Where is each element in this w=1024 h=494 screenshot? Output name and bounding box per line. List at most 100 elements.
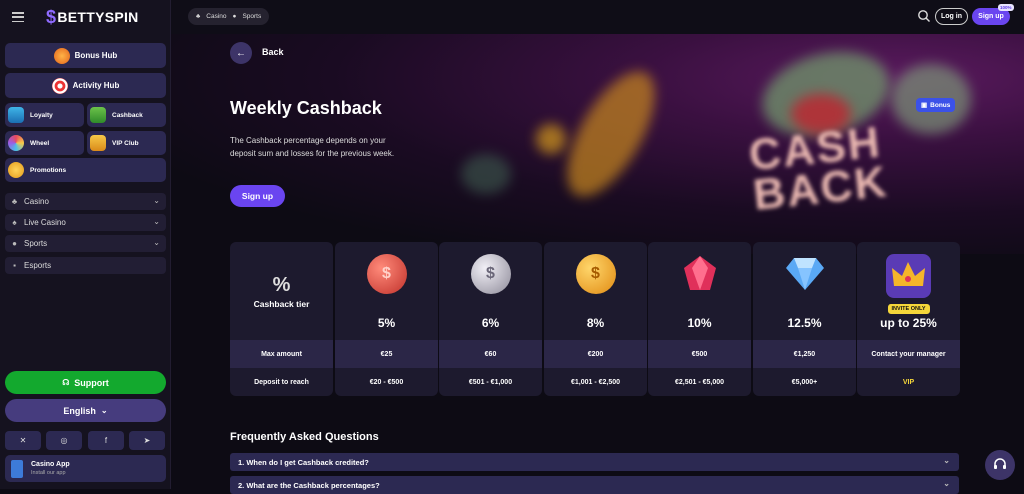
- faq-title: Frequently Asked Questions: [230, 431, 379, 443]
- back-label[interactable]: Back: [262, 47, 284, 57]
- product-switcher: ♣ Casino ● Sports: [188, 8, 270, 25]
- sidebar-tile-loyalty[interactable]: Loyalty: [5, 103, 84, 127]
- cashback-art-text: CASH BACK: [747, 117, 891, 220]
- coin-red-icon: $: [366, 254, 407, 294]
- tier-deposit: €501 - €1,000: [468, 378, 513, 386]
- cherries-icon: ♣: [196, 13, 201, 20]
- diamond-icon: [786, 258, 824, 290]
- tier-max: €200: [544, 340, 647, 368]
- instagram-icon[interactable]: ◎: [46, 431, 82, 450]
- chevron-down-icon: ⌄: [153, 196, 160, 205]
- hero-signup-button[interactable]: Sign up: [230, 185, 285, 207]
- percent-symbol: %: [272, 274, 291, 296]
- nav-label: Live Casino: [24, 218, 66, 227]
- tier-pct: 10%: [687, 316, 712, 330]
- casino-app-banner[interactable]: Casino App Install our app: [5, 455, 166, 482]
- tier-column: $ 8% €200 €1,001 - €2,500: [544, 242, 647, 396]
- bonus-hub-label: Bonus Hub: [74, 51, 118, 60]
- sidebar-tile-cashback[interactable]: Cashback: [87, 103, 166, 127]
- tier-deposit: VIP: [902, 378, 915, 386]
- app-title: Casino App: [31, 461, 70, 468]
- telegram-icon[interactable]: ➤: [129, 431, 165, 450]
- bonus-tag-label: Bonus: [930, 101, 951, 109]
- chevron-down-icon: ⌄: [943, 456, 950, 465]
- sidebar-tile-wheel[interactable]: Wheel: [5, 131, 84, 155]
- nav-label: Sports: [24, 239, 48, 248]
- coin-silver-icon: $: [470, 254, 511, 294]
- tile-label: Wheel: [30, 139, 50, 147]
- tier-header-column: % Cashback tier Max amount Deposit to re…: [230, 242, 333, 396]
- tier-deposit: €2,501 - €5,000: [674, 378, 725, 386]
- tier-deposit: €1,001 - €2,500: [570, 378, 621, 386]
- tier-pct: 8%: [586, 316, 605, 330]
- tier-header-label: Cashback tier: [253, 299, 310, 309]
- nav-label: Esports: [24, 261, 52, 270]
- headset-icon: ☊: [62, 378, 70, 387]
- live-chat-button[interactable]: [985, 450, 1015, 480]
- tier-column: $ 6% €60 €501 - €1,000: [439, 242, 542, 396]
- sidebar-item-esports[interactable]: ▪ Esports: [5, 257, 166, 274]
- tier-max: €25: [335, 340, 438, 368]
- logo[interactable]: $ BETTYSPIN: [46, 7, 139, 28]
- crown-icon: [886, 254, 931, 298]
- tab-sports[interactable]: Sports: [242, 13, 261, 20]
- tile-label: Loyalty: [30, 111, 53, 119]
- language-label: English: [63, 405, 96, 416]
- back-button[interactable]: ←: [230, 42, 252, 64]
- art-line: BACK: [750, 156, 891, 220]
- shield-icon: [8, 107, 24, 123]
- invite-only-badge: INVITE ONLY: [887, 304, 930, 314]
- tier-column-vip: INVITE ONLY up to 25% Contact your manag…: [857, 242, 960, 396]
- faq-item[interactable]: 2. What are the Cashback percentages? ⌄: [230, 476, 959, 494]
- ruby-icon: [684, 256, 716, 290]
- tier-max: €1,250: [753, 340, 856, 368]
- coin-icon: [8, 162, 24, 178]
- tab-casino[interactable]: Casino: [206, 13, 226, 20]
- tier-pct: up to 25%: [880, 316, 937, 330]
- chevron-down-icon: ⌄: [943, 479, 950, 488]
- signup-badge: 100%: [998, 4, 1014, 11]
- sidebar-tile-promotions[interactable]: Promotions: [5, 158, 166, 182]
- money-icon: [90, 107, 106, 123]
- faq-question: 2. What are the Cashback percentages?: [238, 480, 380, 490]
- crown-icon: [90, 135, 106, 151]
- support-button[interactable]: ☊ Support: [5, 371, 166, 394]
- sidebar-item-sports[interactable]: ● Sports ⌄: [5, 235, 166, 252]
- logo-text: BETTYSPIN: [57, 9, 139, 25]
- tier-column: $ 5% €25 €20 - €500: [335, 242, 438, 396]
- chevron-down-icon: ⌄: [153, 217, 160, 226]
- sidebar-tile-vip-club[interactable]: VIP Club: [87, 131, 166, 155]
- gift-icon: ▣: [921, 102, 928, 109]
- sidebar-item-casino[interactable]: ♣ Casino ⌄: [5, 193, 166, 210]
- row-label-max: Max amount: [230, 340, 333, 368]
- tile-label: Cashback: [112, 111, 143, 119]
- search-icon[interactable]: [917, 9, 931, 23]
- tile-label: VIP Club: [112, 139, 139, 147]
- facebook-icon[interactable]: f: [88, 431, 124, 450]
- login-button[interactable]: Log in: [935, 8, 968, 25]
- x-icon[interactable]: ✕: [5, 431, 41, 450]
- tier-deposit: €5,000+: [791, 378, 818, 386]
- tier-pct: 5%: [377, 316, 396, 330]
- hero-art: [536, 124, 566, 154]
- tier-pct: 6%: [481, 316, 500, 330]
- chevron-down-icon: ⌄: [153, 238, 160, 247]
- tier-pct: 12.5%: [787, 316, 822, 330]
- bonus-hub-button[interactable]: Bonus Hub: [5, 43, 166, 68]
- tier-column: 12.5% €1,250 €5,000+: [753, 242, 856, 396]
- hero-banner: CASH BACK ← Back Weekly Cashback The Cas…: [171, 34, 1024, 254]
- tier-max: €500: [648, 340, 751, 368]
- faq-item[interactable]: 1. When do I get Cashback credited? ⌄: [230, 453, 959, 471]
- sidebar-item-live-casino[interactable]: ♠ Live Casino ⌄: [5, 214, 166, 231]
- gamepad-icon: ▪: [13, 261, 16, 270]
- activity-hub-button[interactable]: Activity Hub: [5, 73, 166, 98]
- language-select[interactable]: English ⌄: [5, 399, 166, 422]
- tier-max: Contact your manager: [857, 340, 960, 368]
- phone-icon: [11, 459, 23, 478]
- cards-icon: ♠: [12, 218, 17, 227]
- hero-art: [550, 58, 672, 210]
- top-bar: ♣ Casino ● Sports Log in Sign up 100%: [171, 0, 1024, 34]
- menu-icon[interactable]: [12, 12, 24, 22]
- hero-art: [461, 154, 511, 194]
- headset-icon: [994, 458, 1006, 469]
